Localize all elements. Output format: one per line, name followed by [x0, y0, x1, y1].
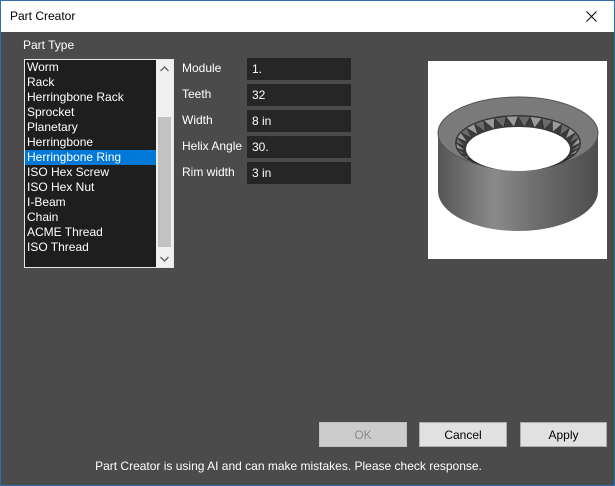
part-type-list: Worm Rack Herringbone Rack Sprocket Planetar…: [25, 60, 156, 255]
part-creator-window: Part Creator Part Type Worm Rack Herringbo…: [0, 0, 615, 486]
part-type-item[interactable]: Rack: [25, 75, 156, 90]
part-type-item[interactable]: Chain: [25, 210, 156, 225]
part-type-item[interactable]: Herringbone: [25, 135, 156, 150]
part-type-item[interactable]: ISO Thread: [25, 240, 156, 255]
listbox-scrollbar[interactable]: [156, 60, 173, 267]
close-icon: [585, 11, 597, 22]
rim-width-label: Rim width: [182, 165, 235, 179]
part-type-item[interactable]: Worm: [25, 60, 156, 75]
ok-button[interactable]: OK: [319, 422, 407, 447]
part-type-item[interactable]: Sprocket: [25, 105, 156, 120]
apply-button[interactable]: Apply: [520, 422, 607, 447]
scroll-down-button[interactable]: [156, 250, 173, 267]
part-type-label: Part Type: [23, 38, 75, 52]
close-button[interactable]: [568, 1, 614, 32]
title-bar: Part Creator: [1, 1, 614, 32]
part-type-item[interactable]: Herringbone Ring: [25, 150, 156, 165]
part-type-item[interactable]: ISO Hex Nut: [25, 180, 156, 195]
teeth-input[interactable]: [247, 84, 351, 106]
width-input[interactable]: [247, 110, 351, 132]
ai-disclaimer: Part Creator is using AI and can make mi…: [95, 459, 482, 473]
rim-width-input[interactable]: [247, 162, 351, 184]
part-type-item[interactable]: ISO Hex Screw: [25, 165, 156, 180]
module-input[interactable]: [247, 58, 351, 80]
width-label: Width: [182, 113, 213, 127]
part-type-listbox[interactable]: Worm Rack Herringbone Rack Sprocket Planetar…: [24, 59, 174, 268]
part-type-item[interactable]: ACME Thread: [25, 225, 156, 240]
helix-angle-label: Helix Angle: [182, 139, 243, 153]
chevron-down-icon: [160, 256, 169, 262]
chevron-up-icon: [160, 65, 169, 71]
module-label: Module: [182, 61, 222, 75]
cancel-button[interactable]: Cancel: [419, 422, 507, 447]
part-type-item[interactable]: Herringbone Rack: [25, 90, 156, 105]
part-preview: [428, 61, 607, 259]
window-title: Part Creator: [10, 9, 76, 23]
helix-angle-input[interactable]: [247, 136, 351, 158]
scroll-up-button[interactable]: [156, 60, 173, 77]
part-type-item[interactable]: Planetary: [25, 120, 156, 135]
scroll-thumb[interactable]: [158, 117, 171, 247]
teeth-label: Teeth: [182, 87, 212, 101]
part-type-item[interactable]: I-Beam: [25, 195, 156, 210]
herringbone-ring-gear-preview-icon: [437, 96, 599, 231]
